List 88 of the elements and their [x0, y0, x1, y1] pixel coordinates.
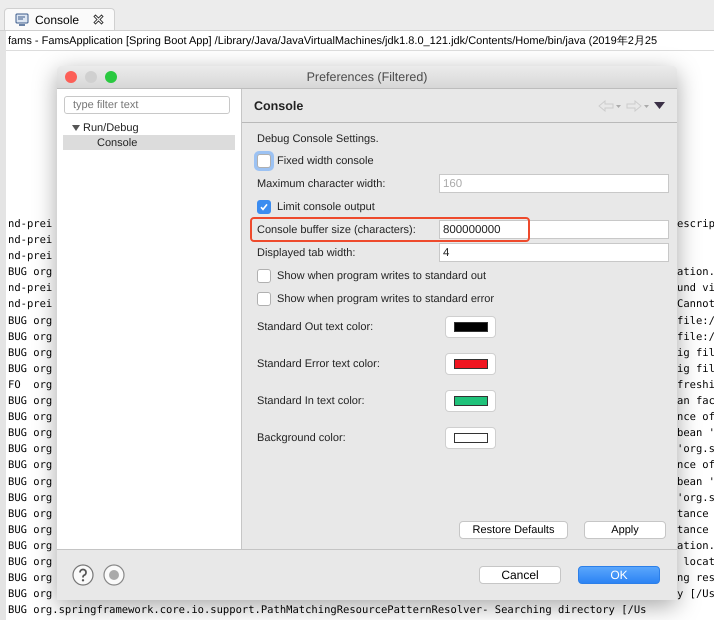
console-line-text: BUG org [8, 346, 52, 361]
console-line-text: Cannot [677, 297, 714, 312]
close-icon[interactable] [93, 14, 104, 25]
console-line-text: ig fil [677, 346, 714, 361]
console-line-text: nd-prei [8, 281, 52, 296]
color-picker-button[interactable] [445, 316, 496, 338]
console-line-text: freshi [677, 378, 714, 393]
console-line-text: tance [677, 506, 710, 522]
checkbox[interactable] [257, 200, 271, 214]
console-line-text: BUG org [8, 587, 52, 602]
checkbox-label: Limit console output [277, 200, 375, 212]
console-tab[interactable]: Console [4, 8, 116, 30]
dialog-title: Preferences (Filtered) [306, 70, 428, 84]
color-label: Background color: [257, 432, 347, 444]
zoom-window-button[interactable] [105, 71, 117, 83]
help-icon[interactable] [72, 564, 94, 586]
console-line-text: file:/ [677, 330, 714, 345]
console-line-text: BUG org [8, 522, 52, 538]
record-icon[interactable] [103, 564, 125, 586]
console-line-text: escrip [677, 217, 714, 232]
back-arrow-icon[interactable] [598, 100, 622, 112]
color-label: Standard In text color: [257, 395, 366, 407]
color-label: Standard Out text color: [257, 321, 374, 333]
console-line-text: BUG org [8, 571, 52, 586]
console-process-label: fams - FamsApplication [Spring Boot App] /Library/Java/JavaVirtualMachines/jdk1.8.0_121.jdk/Contents/Home/bin/java (2019年2月25 [6, 31, 714, 51]
console-line-text: FO org [8, 378, 52, 393]
console-line-text: bean ' [677, 426, 714, 442]
console-line-text: ng res [677, 571, 714, 586]
color-picker-button[interactable] [445, 353, 496, 375]
console-line-text: BUG org [8, 426, 52, 442]
checkbox-label: Fixed width console [277, 154, 374, 166]
console-line-text: BUG org [8, 442, 52, 458]
console-line-text: 'org.s [677, 490, 714, 506]
tree-item[interactable]: Run/Debug [63, 120, 235, 135]
console-line-text: nd-prei [8, 297, 52, 312]
cancel-button[interactable]: Cancel [479, 566, 561, 584]
color-label: Standard Error text color: [257, 358, 381, 370]
console-line-text: y [/Us [677, 587, 714, 602]
field-label: Console buffer size (characters): [257, 224, 417, 236]
tree-item[interactable]: Console [63, 135, 235, 150]
console-line-text: 'org.s [677, 442, 714, 458]
field-label: Maximum character width: [257, 178, 386, 190]
console-line-text: BUG org [8, 538, 52, 554]
console-line-text: BUG org [8, 330, 52, 345]
console-line-text: ation. [677, 265, 714, 280]
console-line-text: ation. [677, 538, 714, 554]
color-picker-button[interactable] [445, 390, 496, 412]
close-window-button[interactable] [65, 71, 77, 83]
apply-button[interactable]: Apply [584, 521, 666, 539]
console-line-text: BUG org [8, 554, 52, 570]
console-line-text: und vi [677, 281, 714, 296]
checkbox-label: Show when program writes to standard error [277, 292, 494, 304]
console-line-text: BUG org [8, 506, 52, 522]
console-line-text: bean ' [677, 474, 714, 490]
restore-defaults-button[interactable]: Restore Defaults [459, 521, 568, 539]
console-line-text: nce of [677, 410, 714, 426]
console-line-text: BUG org [8, 362, 52, 377]
console-line-text: an fac [677, 394, 714, 410]
console-line-text: nce of [677, 458, 714, 474]
console-line-text: tance [677, 522, 710, 538]
filter-field[interactable]: type filter text [64, 96, 230, 114]
color-picker-button[interactable] [445, 427, 496, 449]
input-field[interactable]: 800000000 [439, 220, 669, 239]
console-line-text: BUG org [8, 410, 52, 426]
console-line-text: BUG org [8, 314, 52, 329]
field-label: Displayed tab width: [257, 246, 356, 258]
console-line-text: BUG org.springframework.core.io.support.PathMatchingResourcePatternResolver- Searching directory [/Us [8, 603, 646, 618]
console-line-text: nd-prei [8, 217, 52, 232]
console-line-text: BUG org [8, 474, 52, 490]
console-line-text: locat [682, 554, 714, 570]
input-field[interactable]: 4 [439, 243, 669, 262]
console-line-text: nd-prei [8, 249, 52, 264]
section-label: Debug Console Settings. [257, 132, 380, 147]
console-line-text: file:/ [677, 314, 714, 329]
checkmark-icon [259, 202, 269, 212]
console-line-text: nd-prei [8, 233, 52, 248]
checkbox[interactable] [257, 292, 271, 306]
expand-arrow-icon[interactable] [72, 124, 80, 132]
menu-caret-icon[interactable] [654, 102, 665, 109]
monitor-icon [15, 13, 29, 26]
checkbox-label: Show when program writes to standard out [277, 270, 486, 282]
page-title: Console [254, 98, 304, 112]
console-line-text: BUG org [8, 394, 52, 410]
console-line-text: BUG org [8, 490, 52, 506]
checkbox[interactable] [257, 268, 271, 282]
console-line-text: BUG org [8, 265, 52, 280]
console-line-text: BUG org [8, 458, 52, 474]
console-line-text: ig fil [677, 362, 714, 377]
